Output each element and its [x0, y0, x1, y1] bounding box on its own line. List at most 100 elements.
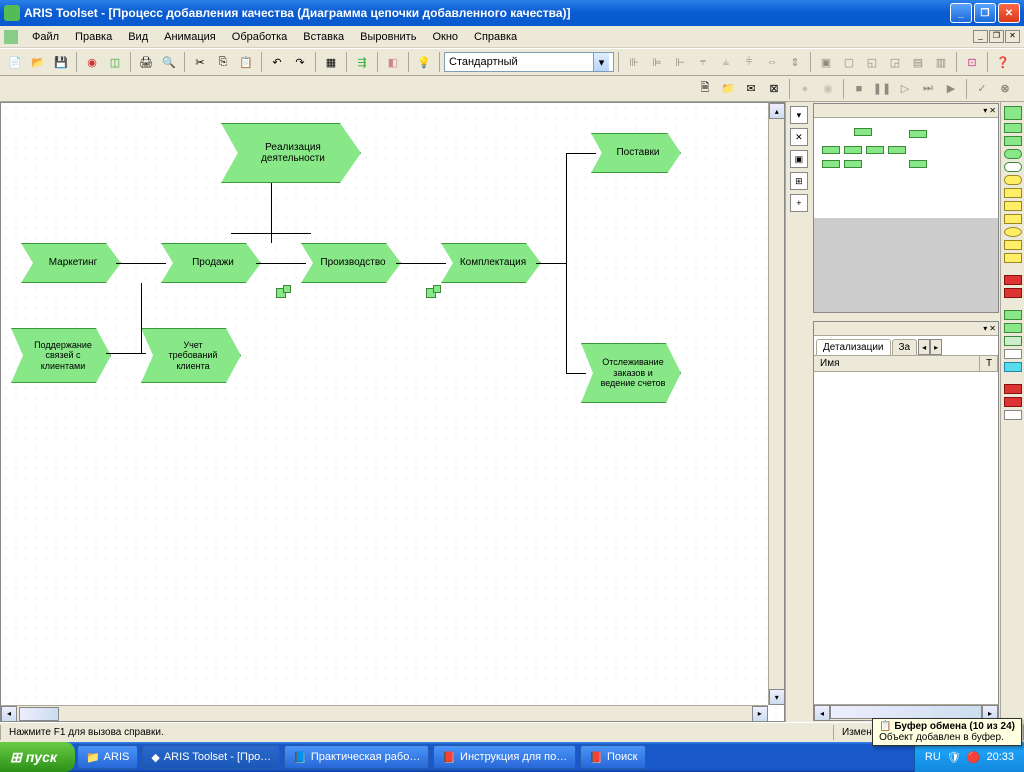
scroll-left-icon[interactable]: ◂: [1, 706, 17, 722]
minimap[interactable]: [814, 118, 998, 218]
link-icon[interactable]: ◫: [104, 51, 126, 73]
doc2-icon[interactable]: 📁: [717, 78, 739, 100]
palette-shape-icon[interactable]: [1004, 201, 1022, 211]
group-icon[interactable]: ▣: [815, 51, 837, 73]
node-customer-support[interactable]: Поддержание связей с клиентами: [11, 328, 111, 383]
step-icon[interactable]: ⏭: [917, 78, 939, 100]
distribute-h-icon[interactable]: ⇔: [761, 51, 783, 73]
align-top-icon[interactable]: ⫧: [692, 51, 714, 73]
menu-file[interactable]: Файл: [24, 29, 67, 45]
layout1-icon[interactable]: ▤: [907, 51, 929, 73]
palette-shape-icon[interactable]: [1004, 310, 1022, 320]
task-item-aris-folder[interactable]: 📁 ARIS: [77, 745, 138, 769]
check-icon[interactable]: ✓: [971, 78, 993, 100]
palette-shape-icon[interactable]: [1004, 275, 1022, 285]
menu-edit[interactable]: Правка: [67, 29, 120, 45]
vertical-scrollbar[interactable]: ▴ ▾: [768, 103, 784, 705]
zoom-icon[interactable]: ⊡: [961, 51, 983, 73]
hierarchy-icon[interactable]: ⇶: [351, 51, 373, 73]
task-item-pdf1[interactable]: 📕 Инструкция для по…: [433, 745, 576, 769]
align-middle-icon[interactable]: ⫨: [715, 51, 737, 73]
node-marketing[interactable]: Маркетинг: [21, 243, 121, 283]
props-icon[interactable]: ▦: [320, 51, 342, 73]
menu-animation[interactable]: Анимация: [156, 29, 224, 45]
minimize-button[interactable]: _: [950, 3, 972, 23]
copy-icon[interactable]: ⎘: [212, 51, 234, 73]
scroll-left-icon[interactable]: ◂: [814, 705, 830, 721]
palette-shape-icon[interactable]: [1004, 227, 1022, 237]
run-icon[interactable]: ▶: [940, 78, 962, 100]
node-sales[interactable]: Продажи: [161, 243, 261, 283]
paste-icon[interactable]: 📋: [235, 51, 257, 73]
panel-pin-icon[interactable]: ▾: [983, 106, 987, 115]
preview-icon[interactable]: 🔍: [158, 51, 180, 73]
palette-shape-icon[interactable]: [1004, 362, 1022, 372]
menu-window[interactable]: Окно: [424, 29, 466, 45]
scroll-thumb[interactable]: [19, 707, 59, 721]
horizontal-scrollbar[interactable]: ◂ ▸: [1, 705, 768, 721]
palette-shape-icon[interactable]: [1004, 175, 1022, 185]
palette-shape-icon[interactable]: [1004, 384, 1022, 394]
redo-icon[interactable]: ↷: [289, 51, 311, 73]
palette-shape-icon[interactable]: [1004, 288, 1022, 298]
task-item-aris-app[interactable]: ◆ ARIS Toolset - [Про…: [142, 745, 280, 769]
scroll-up-icon[interactable]: ▴: [769, 103, 785, 119]
scroll-thumb[interactable]: [830, 705, 982, 719]
panel-pin-icon[interactable]: ▾: [983, 324, 987, 333]
doc1-icon[interactable]: 🗎: [694, 78, 716, 100]
node-production[interactable]: Производство: [301, 243, 401, 283]
menu-view[interactable]: Вид: [120, 29, 156, 45]
scroll-down-icon[interactable]: ▾: [769, 689, 785, 705]
menu-align[interactable]: Выровнить: [352, 29, 424, 45]
side-expand-icon[interactable]: +: [790, 194, 808, 212]
align-center-icon[interactable]: ⊫: [646, 51, 668, 73]
lang-indicator[interactable]: RU: [925, 751, 941, 763]
model-icon[interactable]: ◧: [382, 51, 404, 73]
pause-icon[interactable]: ❚❚: [871, 78, 893, 100]
clock[interactable]: 20:33: [986, 751, 1014, 763]
task-item-word[interactable]: 📘 Практическая рабо…: [284, 745, 429, 769]
task-item-pdf2[interactable]: 📕 Поиск: [580, 745, 646, 769]
palette-shape-icon[interactable]: [1004, 323, 1022, 333]
new-icon[interactable]: 📄: [4, 51, 26, 73]
palette-shape-icon[interactable]: [1004, 349, 1022, 359]
cut-icon[interactable]: ✂: [189, 51, 211, 73]
palette-shape-icon[interactable]: [1004, 162, 1022, 172]
rec-icon[interactable]: ●: [794, 78, 816, 100]
close-button[interactable]: ✕: [998, 3, 1020, 23]
align-bottom-icon[interactable]: ⫩: [738, 51, 760, 73]
menu-processing[interactable]: Обработка: [224, 29, 295, 45]
palette-shape-icon[interactable]: [1004, 240, 1022, 250]
palette-shape-icon[interactable]: [1004, 410, 1022, 420]
node-deliveries[interactable]: Поставки: [591, 133, 681, 173]
style-dropdown[interactable]: Стандартный ▾: [444, 52, 614, 72]
mdi-close-button[interactable]: ✕: [1005, 30, 1020, 43]
tab-prev-icon[interactable]: ◂: [918, 339, 930, 355]
play-icon[interactable]: ▷: [894, 78, 916, 100]
palette-shape-icon[interactable]: [1004, 253, 1022, 263]
menu-help[interactable]: Справка: [466, 29, 525, 45]
node-requirements[interactable]: Учет требований клиента: [141, 328, 241, 383]
palette-shape-icon[interactable]: [1004, 397, 1022, 407]
ungroup-icon[interactable]: ▢: [838, 51, 860, 73]
bulb-icon[interactable]: 💡: [413, 51, 435, 73]
palette-shape-icon[interactable]: [1004, 214, 1022, 224]
rec2-icon[interactable]: ◉: [817, 78, 839, 100]
menu-insert[interactable]: Вставка: [295, 29, 352, 45]
side-tool1-icon[interactable]: ▣: [790, 150, 808, 168]
node-tracking[interactable]: Отслеживание заказов и ведение счетов: [581, 343, 681, 403]
back-icon[interactable]: ◲: [884, 51, 906, 73]
tab-next-icon[interactable]: ▸: [930, 339, 942, 355]
submodel-icon[interactable]: [426, 288, 436, 298]
palette-shape-icon[interactable]: [1004, 149, 1022, 159]
node-completion[interactable]: Комплектация: [441, 243, 541, 283]
palette-shape-icon[interactable]: [1004, 123, 1022, 133]
panel-close-icon[interactable]: ✕: [989, 324, 996, 333]
scroll-right-icon[interactable]: ▸: [752, 706, 768, 722]
align-left-icon[interactable]: ⊪: [623, 51, 645, 73]
cross-icon[interactable]: ⊗: [994, 78, 1016, 100]
open-icon[interactable]: 📂: [27, 51, 49, 73]
tab-detail[interactable]: Детализации: [816, 339, 891, 355]
submodel-icon[interactable]: [276, 288, 286, 298]
mdi-minimize-button[interactable]: _: [973, 30, 988, 43]
